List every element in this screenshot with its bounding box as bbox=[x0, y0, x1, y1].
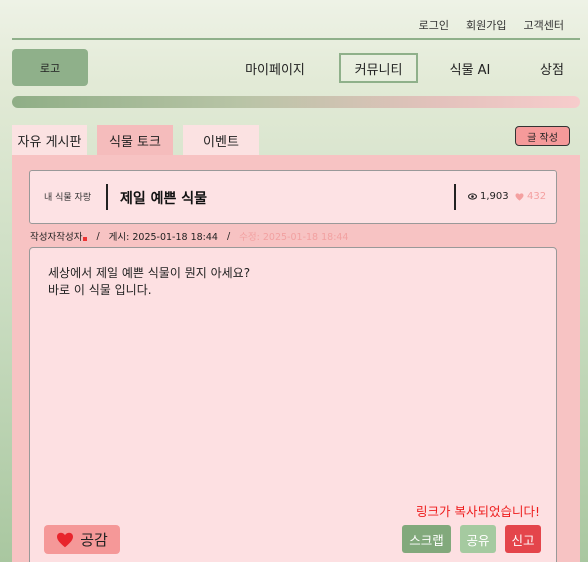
scrap-button[interactable]: 스크랩 bbox=[402, 525, 451, 553]
heart-icon bbox=[515, 192, 524, 201]
tab-plant-talk[interactable]: 식물 토크 bbox=[97, 125, 173, 155]
signup-link[interactable]: 회원가입 bbox=[466, 17, 506, 33]
like-button[interactable]: 공감 bbox=[44, 525, 120, 554]
author-badge-icon bbox=[83, 236, 88, 241]
like-button-label: 공감 bbox=[80, 531, 108, 549]
nav-shop[interactable]: 상점 bbox=[530, 53, 574, 83]
eye-icon bbox=[468, 193, 477, 200]
modified-date: 수정: 2025-01-18 18:44 bbox=[239, 232, 349, 243]
meta-separator: / bbox=[96, 230, 100, 242]
header-divider bbox=[12, 38, 580, 40]
view-count: 1,903 bbox=[468, 191, 509, 202]
tab-event[interactable]: 이벤트 bbox=[183, 125, 259, 155]
gradient-bar bbox=[12, 96, 580, 108]
content-line: 바로 이 식물 입니다. bbox=[48, 283, 152, 297]
content-line: 세상에서 제일 예쁜 식물이 뭔지 아세요? bbox=[48, 266, 251, 280]
meta-separator: / bbox=[226, 230, 231, 242]
post-title: 제일 예쁜 식물 bbox=[120, 191, 208, 207]
posted-date: 게시: 2025-01-18 18:44 bbox=[108, 232, 218, 243]
header-divider-left bbox=[106, 184, 108, 210]
main-nav: 마이페이지 커뮤니티 식물 AI 상점 bbox=[0, 53, 588, 83]
top-links: 로그인 회원가입 고객센터 bbox=[419, 17, 564, 33]
nav-mypage[interactable]: 마이페이지 bbox=[230, 53, 320, 83]
login-link[interactable]: 로그인 bbox=[419, 17, 449, 33]
post-meta: 작성자작성자 / 게시: 2025-01-18 18:44 / 수정: 2025… bbox=[30, 229, 349, 244]
link-copied-message: 링크가 복사되었습니다! bbox=[416, 504, 540, 519]
write-post-button[interactable]: 글 작성 bbox=[515, 126, 570, 146]
nav-plant-ai[interactable]: 식물 AI bbox=[436, 53, 504, 83]
nav-community[interactable]: 커뮤니티 bbox=[339, 53, 418, 83]
like-count: 432 bbox=[515, 191, 546, 202]
tab-free-board[interactable]: 자유 게시판 bbox=[12, 125, 87, 155]
author-name[interactable]: 작성자작성자 bbox=[30, 229, 82, 243]
post-category: 내 식물 자랑 bbox=[44, 193, 92, 203]
report-button[interactable]: 신고 bbox=[505, 525, 541, 553]
header-divider-right bbox=[454, 184, 456, 210]
heart-icon bbox=[57, 532, 74, 547]
view-count-value: 1,903 bbox=[480, 191, 509, 202]
support-link[interactable]: 고객센터 bbox=[524, 17, 564, 33]
share-button[interactable]: 공유 bbox=[460, 525, 496, 553]
like-count-value: 432 bbox=[527, 191, 547, 202]
post-header: 내 식물 자랑 제일 예쁜 식물 1,903 432 bbox=[29, 170, 557, 224]
